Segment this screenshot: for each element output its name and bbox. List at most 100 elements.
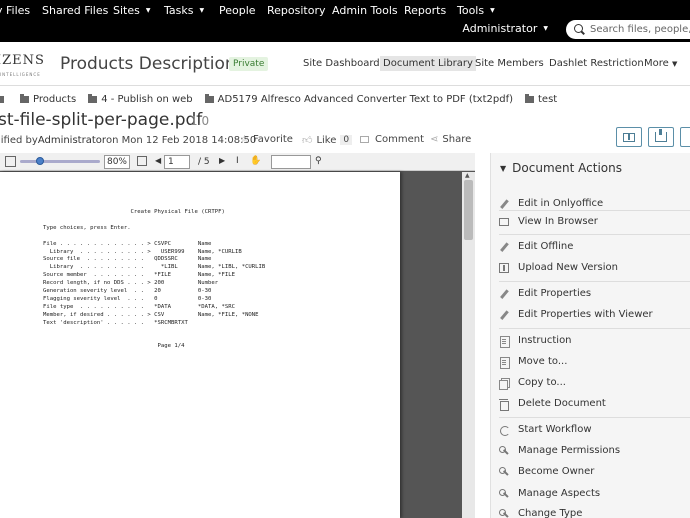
text-select-icon[interactable]: I: [236, 156, 239, 166]
action-instruction[interactable]: Instruction: [499, 330, 690, 351]
share-icon: ⋖: [430, 134, 439, 145]
user-name: Administrator: [462, 22, 538, 35]
user-menu[interactable]: Administrator ▼: [462, 22, 548, 35]
like-label: Like: [316, 134, 337, 146]
star-icon: ☆: [240, 134, 249, 145]
breadcrumb-label: Products: [33, 93, 77, 105]
action-move-to[interactable]: Move to...: [499, 351, 690, 372]
document-icon: [499, 356, 510, 369]
breadcrumb-label: test: [538, 93, 558, 105]
divider: [499, 417, 690, 418]
action-label: Change Type: [518, 508, 583, 518]
trash-icon: [499, 398, 509, 411]
search-icon[interactable]: [574, 23, 586, 36]
action-label: Edit in Onlyoffice: [518, 198, 604, 209]
sidebar-toggle-icon[interactable]: [5, 156, 16, 167]
breadcrumb-item[interactable]: 4 - Publish on web: [88, 93, 193, 105]
action-manage-permissions[interactable]: Manage Permissions: [499, 440, 690, 461]
action-manage-aspects[interactable]: Manage Aspects: [499, 483, 690, 504]
more-button[interactable]: [680, 127, 690, 147]
action-label: Edit Properties with Viewer: [518, 309, 653, 320]
zoom-input[interactable]: 80%: [104, 155, 130, 169]
viewer-scrollbar[interactable]: ▲: [462, 172, 475, 518]
tab-site-members[interactable]: Site Members: [472, 56, 547, 71]
find-input[interactable]: [271, 155, 311, 169]
document-actions-heading[interactable]: ▼ Document Actions: [500, 161, 622, 175]
chevron-down-icon: ▼: [671, 60, 678, 68]
tab-more[interactable]: More ▼: [641, 56, 680, 71]
nav-people[interactable]: People: [219, 4, 256, 17]
action-upload-new-version[interactable]: Upload New Version: [499, 257, 690, 278]
scrollbar-thumb[interactable]: [464, 180, 473, 240]
visibility-badge: Private: [229, 57, 269, 71]
breadcrumb-item[interactable]: [0, 95, 8, 103]
action-start-workflow[interactable]: Start Workflow: [499, 419, 690, 440]
divider: [499, 234, 690, 235]
breadcrumb-label: 4 - Publish on web: [101, 93, 193, 105]
pdf-page-text: Create Physical File (CRTPF) Type choice…: [43, 209, 266, 350]
nav-my-files[interactable]: y Files: [0, 4, 30, 17]
nav-tasks[interactable]: Tasks ▼: [164, 4, 204, 17]
page-number-input[interactable]: 1: [164, 155, 190, 169]
action-copy-to[interactable]: Copy to...: [499, 372, 690, 393]
tab-site-dashboard[interactable]: Site Dashboard: [300, 56, 383, 71]
book-icon: [623, 132, 635, 142]
divider: [499, 281, 690, 282]
action-delete-document[interactable]: Delete Document: [499, 393, 690, 414]
upload-icon: [499, 262, 509, 273]
modified-prefix: lified by: [0, 135, 38, 146]
action-edit-properties[interactable]: Edit Properties: [499, 283, 690, 304]
thumbs-up-icon: 👍︎: [302, 135, 313, 146]
zoom-slider[interactable]: [20, 157, 100, 165]
action-change-type[interactable]: Change Type: [499, 503, 690, 518]
action-edit-offline[interactable]: Edit Offline: [499, 236, 690, 257]
nav-shared-files[interactable]: Shared Files: [42, 4, 108, 17]
action-label: Upload New Version: [518, 262, 618, 273]
modified-by-link[interactable]: Administrator: [38, 135, 106, 146]
zoom-slider-thumb[interactable]: [36, 157, 44, 165]
favorite-action[interactable]: ☆ Favorite: [240, 134, 293, 145]
nav-label: People: [219, 4, 256, 17]
action-view-in-browser[interactable]: View In Browser: [499, 211, 690, 232]
view-button[interactable]: [616, 127, 642, 147]
tab-document-library[interactable]: Document Library: [380, 56, 476, 71]
breadcrumb: Products 4 - Publish on web AD5179 Alfre…: [0, 90, 690, 108]
previous-page-icon[interactable]: ◀: [155, 156, 161, 165]
share-action[interactable]: ⋖ Share: [430, 134, 471, 145]
like-count: 0: [340, 135, 353, 145]
nav-reports[interactable]: Reports: [404, 4, 446, 17]
breadcrumb-item[interactable]: Products: [20, 93, 77, 105]
next-page-icon[interactable]: ▶: [219, 156, 225, 165]
search-input[interactable]: [590, 24, 690, 35]
scroll-up-icon[interactable]: ▲: [465, 172, 470, 179]
nav-tools[interactable]: Tools ▼: [457, 4, 495, 17]
key-icon: [499, 466, 509, 477]
breadcrumb-item[interactable]: test: [525, 93, 558, 105]
nav-repository[interactable]: Repository: [267, 4, 326, 17]
download-button[interactable]: [648, 127, 674, 147]
modified-date: on Mon 12 Feb 2018 14:08:50: [105, 135, 257, 146]
document-meta: lified by Administrator on Mon 12 Feb 20…: [0, 135, 256, 146]
pencil-icon: [499, 289, 509, 299]
comment-action[interactable]: Comment: [360, 134, 424, 145]
site-title[interactable]: Products Description: [60, 54, 236, 74]
nav-sites[interactable]: Sites ▼: [113, 4, 150, 17]
nav-label: Sites: [113, 4, 140, 17]
page-total: / 5: [198, 157, 210, 167]
favorite-label: Favorite: [252, 134, 293, 145]
heading-label: Document Actions: [512, 161, 622, 175]
pencil-icon: [499, 199, 509, 209]
site-logo[interactable]: IZENS INTELLIGENCE: [0, 50, 48, 78]
action-edit-properties-with-viewer[interactable]: Edit Properties with Viewer: [499, 304, 690, 325]
download-icon: [655, 129, 667, 142]
search-icon[interactable]: ⚲: [315, 156, 322, 166]
fit-page-icon[interactable]: [137, 156, 147, 166]
nav-admin-tools[interactable]: Admin Tools: [332, 4, 398, 17]
tab-dashlet-restriction[interactable]: Dashlet Restriction: [546, 56, 647, 71]
action-become-owner[interactable]: Become Owner: [499, 461, 690, 482]
breadcrumb-item[interactable]: AD5179 Alfresco Advanced Converter Text …: [204, 93, 513, 105]
like-action[interactable]: 👍︎ Like 0: [302, 134, 353, 146]
action-label: Manage Aspects: [518, 488, 601, 499]
action-label: Start Workflow: [518, 424, 592, 435]
pan-hand-icon[interactable]: ✋: [250, 156, 261, 166]
